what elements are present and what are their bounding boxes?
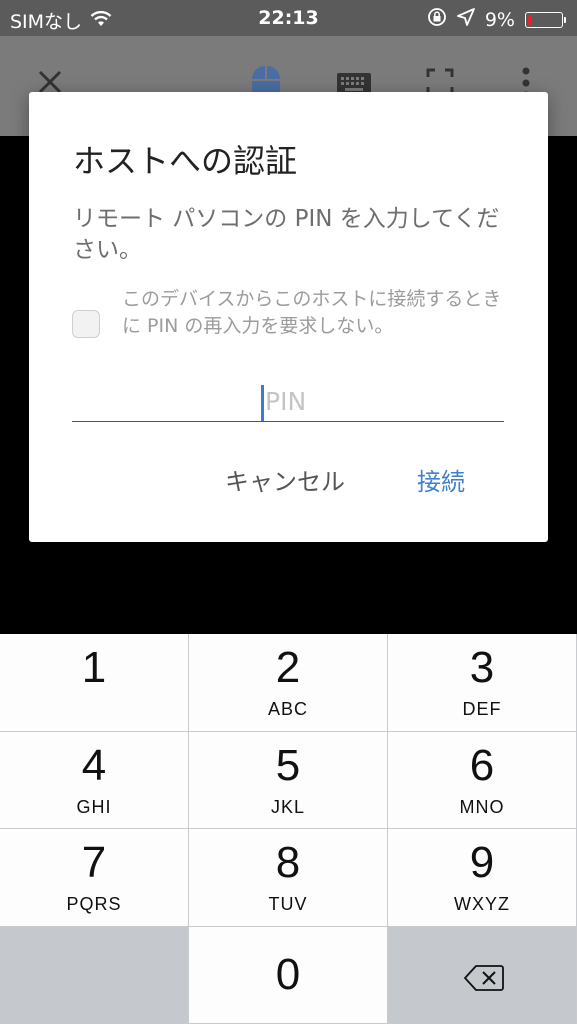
connect-button[interactable]: 接続 [417, 462, 465, 497]
key-digit: 7 [81, 838, 107, 887]
key-8[interactable]: 8 TUV [189, 829, 388, 927]
key-digit: 3 [469, 643, 495, 692]
delete-key[interactable] [388, 926, 577, 1024]
key-letters: JKL [270, 796, 306, 817]
key-letters: GHI [76, 796, 112, 817]
remember-pin-checkbox[interactable] [72, 310, 100, 338]
key-7[interactable]: 7 PQRS [0, 829, 189, 927]
key-digit: 6 [469, 740, 495, 790]
key-letters: MNO [459, 796, 505, 817]
battery-percent: 9% [484, 8, 515, 31]
battery-icon [525, 11, 566, 28]
text-caret [261, 385, 264, 421]
key-5[interactable]: 5 JKL [189, 731, 388, 829]
key-letters: DEF [462, 699, 502, 719]
key-6[interactable]: 6 MNO [388, 731, 577, 829]
key-digit: 5 [275, 740, 301, 790]
key-9[interactable]: 9 WXYZ [388, 829, 577, 927]
key-digit: 1 [81, 643, 107, 692]
numeric-keypad: 1 2 ABC 3 DEF 4 GHI 5 JKL 6 MNO 7 PQRS 8… [0, 634, 577, 1024]
location-arrow-icon [456, 8, 475, 31]
key-0[interactable]: 0 [189, 926, 388, 1024]
key-letters: WXYZ [454, 894, 510, 914]
status-bar: SIMなし 22:13 9% [0, 0, 577, 36]
battery-fill [528, 14, 531, 25]
backspace-icon [464, 964, 504, 995]
dialog-message: リモート パソコンの PIN を入力してください。 [73, 206, 500, 263]
auth-dialog: ホストへの認証 リモート パソコンの PIN を入力してください。 このデバイス… [29, 92, 548, 542]
key-digit: 0 [275, 949, 301, 999]
key-digit: 4 [81, 740, 107, 790]
orientation-lock-icon [427, 7, 447, 32]
key-digit: 8 [275, 838, 301, 887]
remember-pin-label[interactable]: このデバイスからこのホストに接続するときに PIN の再入力を要求しない。 [122, 286, 502, 340]
cancel-button[interactable]: キャンセル [225, 462, 345, 497]
key-4[interactable]: 4 GHI [0, 731, 189, 829]
key-1[interactable]: 1 [0, 634, 189, 732]
key-digit: 2 [275, 643, 301, 692]
key-letters: TUV [268, 894, 308, 914]
key-digit: 9 [469, 838, 495, 887]
dialog-title: ホストへの認証 [73, 142, 298, 180]
pin-placeholder: PIN [265, 387, 307, 416]
key-letters: ABC [267, 699, 308, 719]
key-blank [0, 926, 189, 1024]
key-3[interactable]: 3 DEF [388, 634, 577, 732]
key-2[interactable]: 2 ABC [189, 634, 388, 732]
status-right: 9% [427, 7, 566, 32]
key-letters: PQRS [66, 894, 122, 914]
